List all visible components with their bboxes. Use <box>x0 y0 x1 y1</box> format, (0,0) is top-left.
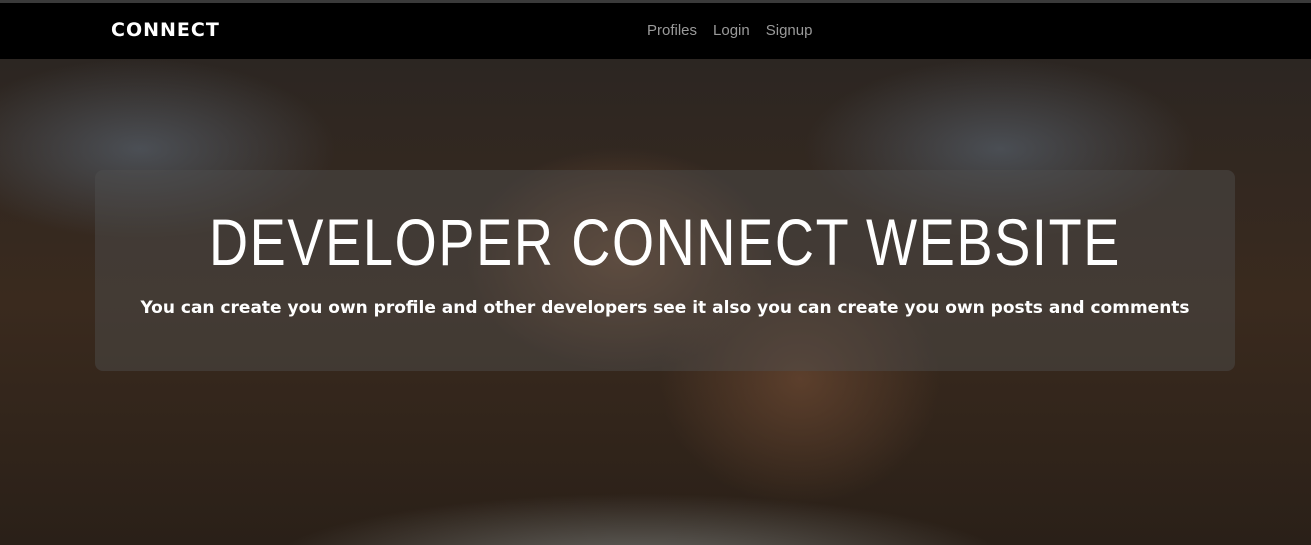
nav-link-login[interactable]: Login <box>713 22 750 39</box>
hero-subtitle: You can create you own profile and other… <box>140 298 1190 318</box>
hero-title: DEVELOPER CONNECT WEBSITE <box>208 205 1122 279</box>
brand-logo[interactable]: CONNECT <box>111 19 220 41</box>
nav-links: Profiles Login Signup <box>647 22 812 39</box>
hero-overlay-box: DEVELOPER CONNECT WEBSITE You can create… <box>95 170 1235 371</box>
hero-background-image: DEVELOPER CONNECT WEBSITE You can create… <box>0 59 1311 545</box>
nav-link-signup[interactable]: Signup <box>766 22 813 39</box>
navbar: CONNECT Profiles Login Signup <box>0 3 1311 59</box>
nav-link-profiles[interactable]: Profiles <box>647 22 697 39</box>
